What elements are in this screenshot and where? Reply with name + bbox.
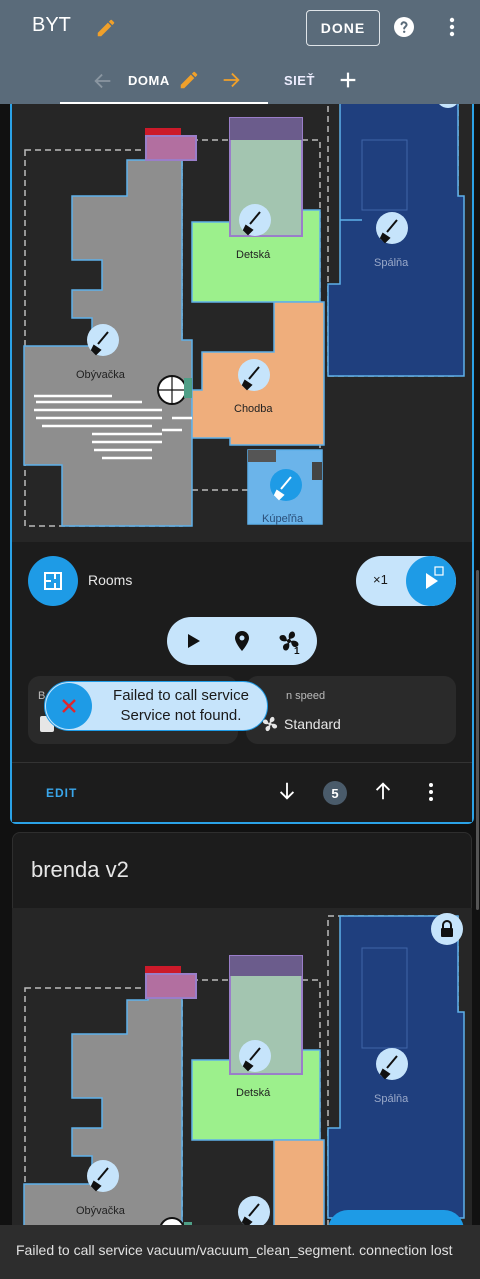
room-label-obyvacka: Obývačka	[76, 1205, 126, 1217]
play-icon	[426, 566, 444, 589]
fan-speed-tile[interactable]: n speed Standard	[246, 676, 456, 744]
rooms-label: Rooms	[88, 572, 133, 588]
play-icon[interactable]	[188, 634, 200, 648]
dashboard-title: BYT	[32, 14, 71, 36]
fan-speed-badge: 1	[294, 646, 300, 657]
tab-siet[interactable]: SIEŤ	[284, 73, 315, 88]
broom-icon	[239, 204, 271, 236]
plus-icon[interactable]	[337, 69, 359, 91]
tab-doma-label: DOMA	[128, 73, 170, 88]
room-label-detska: Detská	[236, 249, 271, 261]
room-label-spalna: Spálňa	[374, 257, 409, 269]
room-label-obyvacka: Obývačka	[76, 369, 126, 381]
top-app-bar: BYT DONE DOMA SIEŤ	[0, 0, 480, 104]
fan-icon[interactable]: 1	[279, 631, 300, 657]
location-pin-icon[interactable]	[235, 631, 249, 651]
snackbar: Failed to call service vacuum/vacuum_cle…	[0, 1225, 480, 1279]
lock-icon	[441, 920, 453, 937]
snackbar-message: Failed to call service vacuum/vacuum_cle…	[16, 1242, 453, 1258]
arrow-down-icon[interactable]	[276, 780, 298, 802]
error-message: Failed to call service Service not found…	[97, 686, 265, 726]
room-label-spalna: Spálňa	[374, 1093, 409, 1105]
broom-icon	[87, 324, 119, 356]
pencil-icon[interactable]	[178, 69, 200, 91]
error-line-2: Service not found.	[120, 707, 242, 724]
vacuum-map[interactable]: Obývačka Detská Spálňa Chodba Kúpeľňa	[12, 100, 472, 542]
action-buttons: 1	[167, 617, 317, 665]
card-edit-footer	[12, 762, 472, 822]
error-line-1: Failed to call service	[113, 687, 249, 704]
arrow-up-icon[interactable]	[372, 780, 394, 802]
fan-speed-label: n speed	[286, 690, 326, 702]
more-vert-icon[interactable]	[424, 780, 438, 804]
start-cleaning-button[interactable]	[406, 556, 456, 606]
map-lock-button[interactable]	[431, 913, 463, 945]
error-toast: Failed to call service Service not found…	[44, 681, 268, 731]
room-label-detska: Detská	[236, 1087, 271, 1099]
rooms-mode-button[interactable]	[28, 556, 78, 606]
broom-icon	[238, 1196, 270, 1228]
broom-icon	[376, 1048, 408, 1080]
help-icon[interactable]	[392, 15, 416, 39]
close-icon	[62, 699, 76, 713]
vacuum-map[interactable]: Obývačka Detská Spálňa	[12, 908, 472, 1238]
broom-icon	[376, 212, 408, 244]
pencil-icon[interactable]	[95, 17, 117, 39]
more-vert-icon[interactable]	[442, 15, 462, 39]
page-scrollbar[interactable]	[476, 570, 479, 910]
card-position-badge: 5	[323, 781, 347, 805]
room-label-chodba: Chodba	[234, 403, 273, 415]
done-button[interactable]: DONE	[306, 10, 380, 46]
edit-card-button[interactable]: EDIT	[46, 786, 77, 800]
broom-icon	[270, 469, 302, 501]
tab-doma[interactable]: DOMA	[60, 60, 268, 104]
broom-icon	[87, 1160, 119, 1192]
arrow-right-icon[interactable]	[220, 69, 242, 91]
repeat-start-pill: ×1	[356, 556, 456, 606]
close-error-button[interactable]	[46, 683, 92, 729]
repeat-count[interactable]: ×1	[373, 572, 388, 587]
broom-icon	[238, 359, 270, 391]
broom-icon	[239, 1040, 271, 1072]
floor-plan-icon	[44, 572, 62, 590]
room-label-kupelna: Kúpeľňa	[262, 513, 304, 525]
room-chodba	[273, 1139, 325, 1238]
fan-speed-value: Standard	[284, 716, 341, 732]
view-tabs: DOMA SIEŤ	[0, 60, 480, 104]
card-title: brenda v2	[31, 857, 129, 882]
